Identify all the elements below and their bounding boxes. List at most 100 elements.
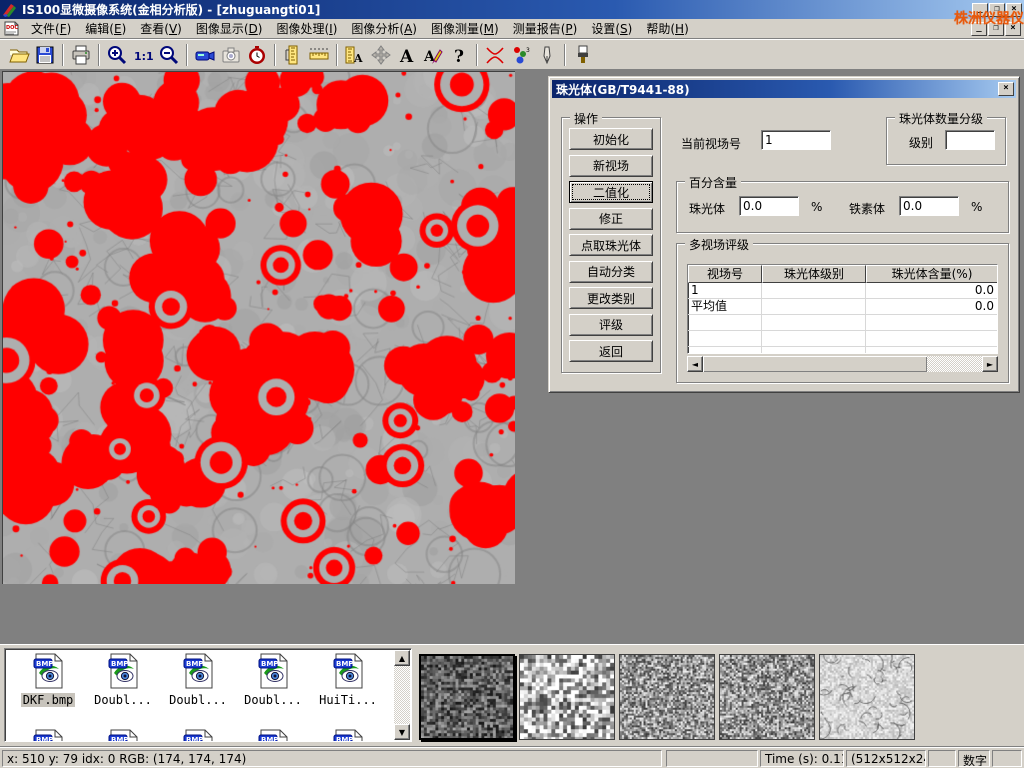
op-button-5[interactable]: 点取珠光体	[569, 234, 653, 256]
toolbar-ruler-icon[interactable]	[306, 42, 332, 68]
document-icon[interactable]: DOC	[4, 21, 20, 37]
toolbar-measure-scale-icon[interactable]: A	[342, 42, 368, 68]
table-cell	[762, 283, 866, 298]
toolbar-curve-cut-icon[interactable]	[482, 42, 508, 68]
current-field-input[interactable]: 1	[761, 130, 831, 150]
file-list[interactable]: BMP DKF.bmp BMP Doubl... BMP Doubl... BMP Do…	[4, 648, 412, 742]
file-item[interactable]: BMP DKF.bmp	[13, 653, 83, 707]
table-horizontal-scrollbar[interactable]: ◄ ►	[687, 356, 998, 372]
menu-item-m[interactable]: 图像测量(M)	[424, 20, 506, 38]
dialog-title-bar[interactable]: 珠光体(GB/T9441-88) ×	[552, 80, 1016, 98]
thumbnail-image[interactable]	[819, 654, 915, 740]
menu-item-h[interactable]: 帮助(H)	[639, 20, 695, 38]
toolbar-zoom-in-icon[interactable]	[104, 42, 130, 68]
svg-text:BMP: BMP	[336, 736, 353, 742]
op-button-2[interactable]: 新视场	[569, 155, 653, 177]
toolbar-count-points-icon[interactable]: 3	[508, 42, 534, 68]
file-item[interactable]: BMP Doubl...	[163, 653, 233, 707]
bmp-file-icon: BMP	[181, 653, 215, 689]
table-row[interactable]: 10.0	[688, 283, 997, 299]
file-name[interactable]: Doubl...	[242, 693, 304, 707]
toolbar-help-icon[interactable]: ?	[446, 42, 472, 68]
op-button-9[interactable]: 返回	[569, 340, 653, 362]
toolbar-save-icon[interactable]	[32, 42, 58, 68]
table-header[interactable]: 珠光体含量(%)	[866, 265, 998, 283]
toolbar-zoom-out-icon[interactable]	[156, 42, 182, 68]
file-list-scrollbar[interactable]: ▲ ▼	[394, 650, 410, 740]
file-name[interactable]: Doubl...	[92, 693, 154, 707]
table-row[interactable]	[688, 347, 997, 354]
scroll-up-icon[interactable]: ▲	[394, 650, 410, 666]
menu-items: 文件(F)编辑(E)查看(V)图像显示(D)图像处理(I)图像分析(A)图像测量…	[24, 20, 696, 37]
file-item-partial[interactable]: BMP	[313, 729, 383, 742]
table-row[interactable]	[688, 331, 997, 347]
menu-item-v[interactable]: 查看(V)	[133, 20, 189, 38]
toolbar-print-icon[interactable]	[68, 42, 94, 68]
svg-text:BMP: BMP	[36, 660, 53, 668]
toolbar-text-icon[interactable]: A	[394, 42, 420, 68]
file-item[interactable]: BMPDoubl...	[238, 653, 308, 707]
file-name[interactable]: HuiTi...	[317, 693, 379, 707]
workspace: 珠光体(GB/T9441-88) × 操作 初始化新视场二值化修正点取珠光体自动…	[0, 70, 1024, 644]
scroll-down-icon[interactable]: ▼	[394, 724, 410, 740]
thumbnail-image[interactable]	[619, 654, 715, 740]
thumbnail-image[interactable]	[719, 654, 815, 740]
status-blank-2	[928, 750, 956, 767]
toolbar-video-camera-icon[interactable]	[192, 42, 218, 68]
menu-item-p[interactable]: 测量报告(P)	[506, 20, 585, 38]
toolbar-move-icon[interactable]	[368, 42, 394, 68]
toolbar-brush-icon[interactable]	[570, 42, 596, 68]
grade-input[interactable]	[945, 130, 995, 150]
op-button-3[interactable]: 二值化	[569, 181, 653, 203]
menu-item-a[interactable]: 图像分析(A)	[344, 20, 424, 38]
ferrite-input[interactable]: 0.0	[899, 196, 959, 216]
toolbar-pen-icon[interactable]	[534, 42, 560, 68]
menu-item-s[interactable]: 设置(S)	[584, 20, 639, 38]
grade-group: 珠光体数量分级 级别	[886, 117, 1006, 165]
metallographic-image[interactable]	[2, 71, 515, 584]
op-button-6[interactable]: 自动分类	[569, 261, 653, 283]
file-name[interactable]: DKF.bmp	[21, 693, 76, 707]
thumbnail-image[interactable]	[419, 654, 515, 740]
menu-item-d[interactable]: 图像显示(D)	[189, 20, 270, 38]
scroll-right-icon[interactable]: ►	[982, 356, 998, 372]
file-item-partial[interactable]: BMP	[238, 729, 308, 742]
cursor-position-status: x: 510 y: 79 idx: 0 RGB: (174, 174, 174)	[2, 750, 662, 767]
thumbnail-image[interactable]	[519, 654, 615, 740]
table-row[interactable]	[688, 315, 997, 331]
file-item-partial[interactable]: BMP	[13, 729, 83, 742]
grade-label: 级别	[909, 134, 933, 151]
menu-item-e[interactable]: 编辑(E)	[78, 20, 133, 38]
dialog-close-button[interactable]: ×	[998, 82, 1014, 96]
op-button-8[interactable]: 评级	[569, 314, 653, 336]
scroll-left-icon[interactable]: ◄	[687, 356, 703, 372]
menu-item-i[interactable]: 图像处理(I)	[269, 20, 344, 38]
toolbar-actual-size-icon[interactable]: 1:1	[130, 42, 156, 68]
pearlite-percent-sign: %	[811, 200, 822, 214]
toolbar-open-icon[interactable]	[6, 42, 32, 68]
op-button-4[interactable]: 修正	[569, 208, 653, 230]
file-name[interactable]: Doubl...	[167, 693, 229, 707]
table-header[interactable]: 视场号	[688, 265, 762, 283]
rating-table[interactable]: 视场号珠光体级别珠光体含量(%)铁素体含量(%)10.0平均值0.0	[687, 264, 998, 354]
file-item-partial[interactable]: BMP	[163, 729, 233, 742]
op-button-7[interactable]: 更改类别	[569, 287, 653, 309]
pearlite-input[interactable]: 0.0	[739, 196, 799, 216]
file-item[interactable]: BMPHuiTi...	[313, 653, 383, 707]
file-item-partial[interactable]: BMP	[88, 729, 158, 742]
toolbar-timer-icon[interactable]	[244, 42, 270, 68]
toolbar-caliper-icon[interactable]	[280, 42, 306, 68]
table-header[interactable]: 珠光体级别	[762, 265, 866, 283]
scrollbar-thumb[interactable]	[703, 356, 927, 372]
toolbar-text-edit-icon[interactable]: A	[420, 42, 446, 68]
menu-item-f[interactable]: 文件(F)	[24, 20, 78, 38]
toolbar-camera-icon[interactable]	[218, 42, 244, 68]
toolbar-separator	[98, 44, 100, 66]
file-item[interactable]: BMPDoubl...	[88, 653, 158, 707]
table-cell	[866, 331, 998, 346]
table-row[interactable]: 平均值0.0	[688, 299, 997, 315]
svg-text:A: A	[423, 49, 436, 65]
op-button-1[interactable]: 初始化	[569, 128, 653, 150]
table-cell	[688, 315, 762, 330]
bmp-file-icon: BMP	[31, 729, 65, 742]
